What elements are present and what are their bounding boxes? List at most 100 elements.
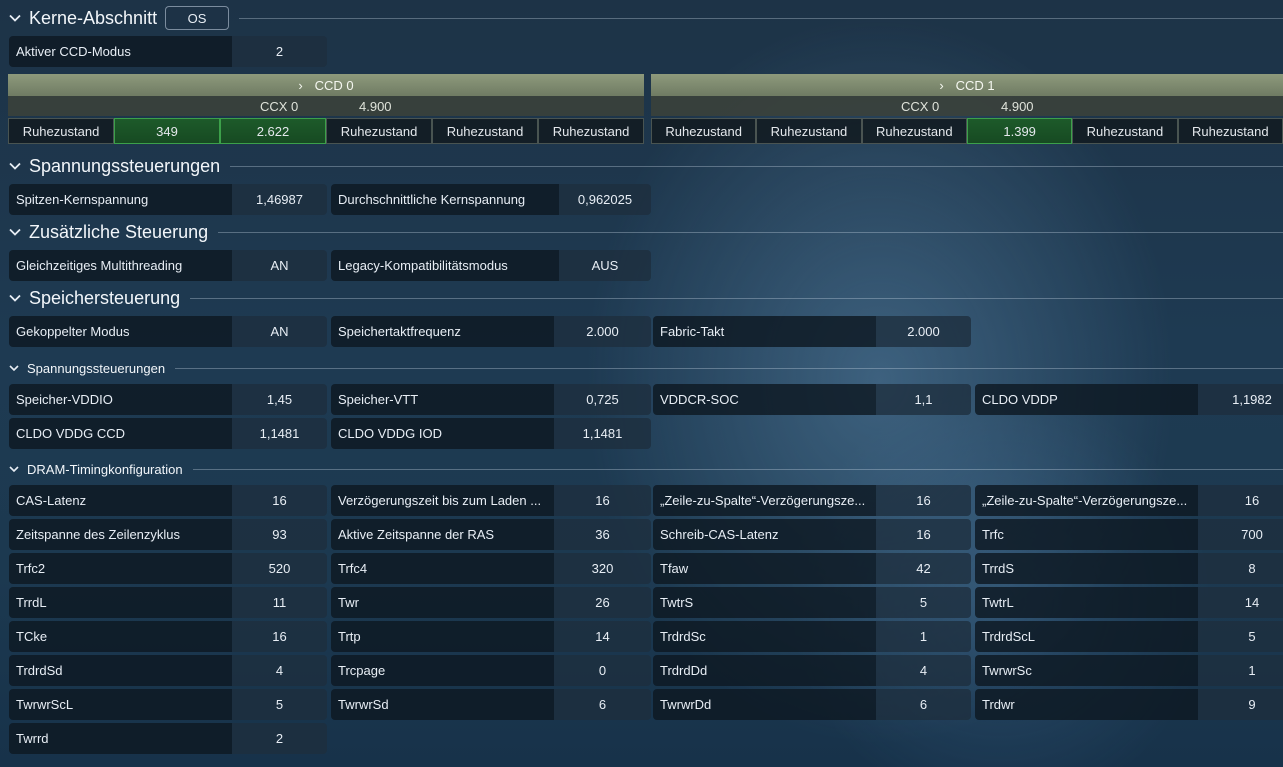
field-pair: Trfc 700 [975, 519, 1283, 550]
field-value: AN [232, 316, 327, 347]
field-label: Aktive Zeitspanne der RAS [331, 519, 554, 550]
core-cell: 1.399 [966, 118, 1073, 144]
core-cell: Ruhezustand [1177, 118, 1283, 144]
kerne-section-header[interactable]: Kerne-Abschnitt OS [0, 3, 1283, 33]
field-value: 16 [232, 621, 327, 652]
core-cell: Ruhezustand [651, 118, 757, 144]
field-pair: Verzögerungszeit bis zum Laden ... 16 [331, 485, 651, 516]
core-cell: 2.622 [220, 118, 326, 144]
field-pair: TrdrdScL 5 [975, 621, 1283, 652]
field-value: 2 [232, 723, 327, 754]
field-pair: TwrwrScL 5 [9, 689, 327, 720]
field-value: 520 [232, 553, 327, 584]
field-pair: Trcpage 0 [331, 655, 651, 686]
field-label: Trdwr [975, 689, 1198, 720]
field-label: CLDO VDDG CCD [9, 418, 232, 449]
ccd-header[interactable]: › CCD 0 [8, 74, 644, 96]
field-label: TrdrdSc [653, 621, 876, 652]
field-label: Verzögerungszeit bis zum Laden ... [331, 485, 554, 516]
field-pair: Speicher-VTT 0,725 [331, 384, 651, 415]
field-value: 2.000 [876, 316, 971, 347]
chevron-down-icon[interactable] [9, 12, 21, 24]
field-label: TrrdS [975, 553, 1198, 584]
field-label: Legacy-Kompatibilitätsmodus [331, 250, 559, 281]
field-pair: TwtrS 5 [653, 587, 971, 618]
field-pair: Zeitspanne des Zeilenzyklus 93 [9, 519, 327, 550]
field-label: Gekoppelter Modus [9, 316, 232, 347]
core-cells: Ruhezustand Ruhezustand Ruhezustand 1.39… [651, 118, 1283, 144]
field-label: Tfaw [653, 553, 876, 584]
ccx-frequency: 4.900 [1001, 99, 1034, 114]
ccx-label: CCX 0 [901, 99, 940, 114]
section-title: Speichersteuerung [29, 287, 181, 308]
field-value: 1,45 [232, 384, 327, 415]
field-fabric-clock: Fabric-Takt 2.000 [653, 316, 971, 347]
field-value: 1,1 [876, 384, 971, 415]
field-pair: TrrdL 11 [9, 587, 327, 618]
field-pair: TrrdS 8 [975, 553, 1283, 584]
core-cell: Ruhezustand [8, 118, 114, 144]
field-label: Durchschnittliche Kernspannung [331, 184, 559, 215]
ccx-row: CCX 0 4.900 [8, 96, 644, 116]
chevron-down-icon[interactable] [9, 160, 21, 172]
field-value: 93 [232, 519, 327, 550]
field-value: AUS [559, 250, 651, 281]
field-value: 42 [876, 553, 971, 584]
field-value: 6 [554, 689, 651, 720]
field-value: 5 [876, 587, 971, 618]
field-value: AN [232, 250, 327, 281]
field-value: 9 [1198, 689, 1283, 720]
core-cell: Ruhezustand [432, 118, 538, 144]
core-cell: 349 [114, 118, 220, 144]
additional-section-header[interactable]: Zusätzliche Steuerung [0, 217, 1283, 247]
memory-section-header[interactable]: Speichersteuerung [0, 283, 1283, 313]
divider [175, 367, 1283, 369]
field-label: TwtrL [975, 587, 1198, 618]
field-label: VDDCR-SOC [653, 384, 876, 415]
field-pair: „Zeile-zu-Spalte“-Verzögerungsze... 16 [653, 485, 971, 516]
ccd-header[interactable]: › CCD 1 [651, 74, 1283, 96]
field-ccd-mode: Aktiver CCD-Modus 2 [9, 36, 327, 67]
field-pair: Tfaw 42 [653, 553, 971, 584]
field-pair: „Zeile-zu-Spalte“-Verzögerungsze... 16 [975, 485, 1283, 516]
core-cell: Ruhezustand [538, 118, 644, 144]
field-label: Speicher-VDDIO [9, 384, 232, 415]
chevron-down-icon[interactable] [9, 363, 19, 373]
field-value: 1,1481 [554, 418, 651, 449]
voltage-section-header[interactable]: Spannungssteuerungen [0, 151, 1283, 181]
field-label: Trfc2 [9, 553, 232, 584]
field-label: Spitzen-Kernspannung [9, 184, 232, 215]
mem-voltage-subsection-header[interactable]: Spannungssteuerungen [0, 354, 1283, 382]
ccx-frequency: 4.900 [359, 99, 392, 114]
field-value: 4 [876, 655, 971, 686]
field-pair: Trfc4 320 [331, 553, 651, 584]
divider [190, 297, 1283, 299]
core-cell: Ruhezustand [861, 118, 967, 144]
field-pair: Trtp 14 [331, 621, 651, 652]
field-pair: TwtrL 14 [975, 587, 1283, 618]
chevron-down-icon[interactable] [9, 226, 21, 238]
core-cell: Ruhezustand [756, 118, 862, 144]
core-cell: Ruhezustand [326, 118, 432, 144]
field-label: Speicher-VTT [331, 384, 554, 415]
field-pair: Twrrd 2 [9, 723, 327, 754]
section-title: Spannungssteuerungen [29, 155, 221, 176]
field-label: Fabric-Takt [653, 316, 876, 347]
field-label: TrdrdDd [653, 655, 876, 686]
field-value: 0 [554, 655, 651, 686]
os-badge[interactable]: OS [165, 6, 230, 30]
field-pair: TrdrdSc 1 [653, 621, 971, 652]
chevron-down-icon[interactable] [9, 292, 21, 304]
field-label: CLDO VDDP [975, 384, 1198, 415]
field-value: 5 [1198, 621, 1283, 652]
field-value: 0,725 [554, 384, 651, 415]
divider [230, 165, 1283, 167]
field-pair: CAS-Latenz 16 [9, 485, 327, 516]
field-label: Trfc4 [331, 553, 554, 584]
dram-subsection-header[interactable]: DRAM-Timingkonfiguration [0, 455, 1283, 483]
field-value: 1 [1198, 655, 1283, 686]
field-label: Trcpage [331, 655, 554, 686]
field-value: 1 [876, 621, 971, 652]
chevron-down-icon[interactable] [9, 464, 19, 474]
field-label: TrdrdSd [9, 655, 232, 686]
